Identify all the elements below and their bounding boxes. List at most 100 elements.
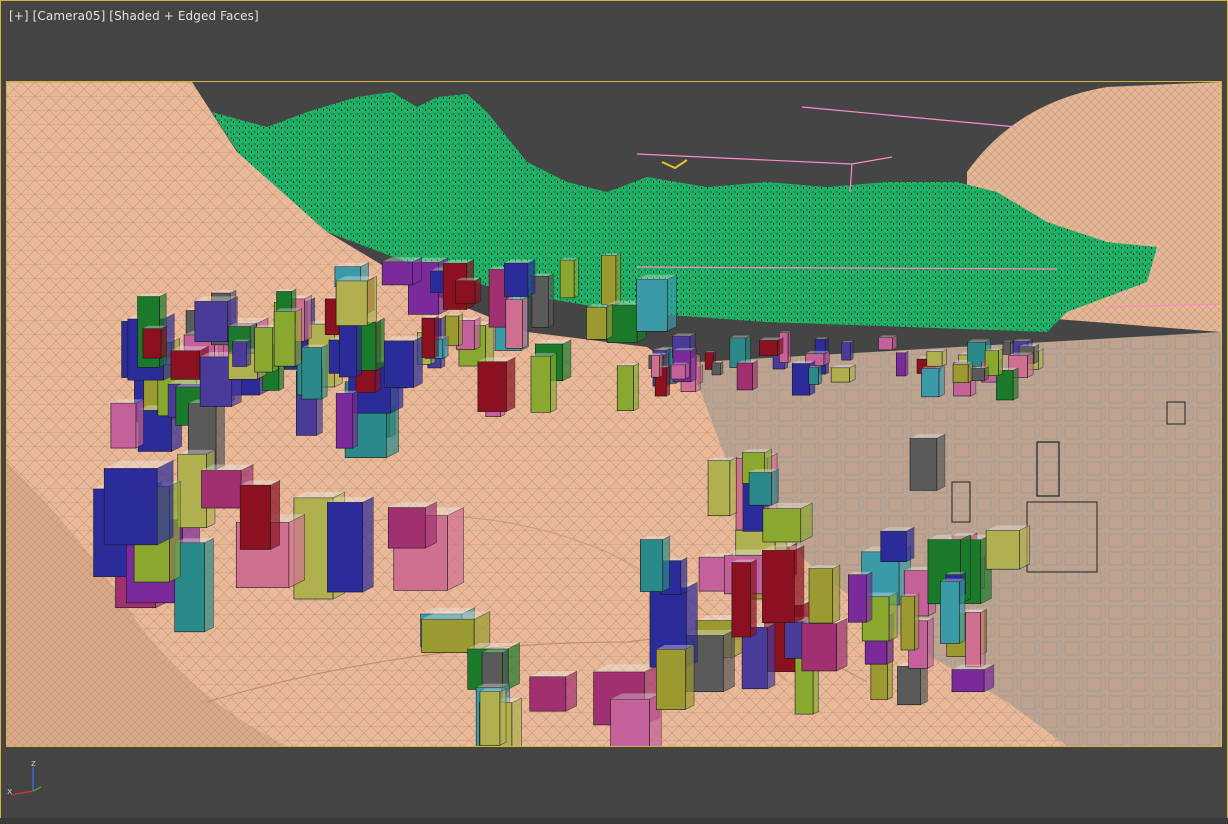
building-block-side [412,256,422,286]
building-block-side [294,307,302,367]
building-block-side [832,564,841,624]
building-block-side [352,390,359,449]
viewport-menu-button[interactable]: [+] [9,9,29,23]
building-block-side [204,537,214,633]
building-block-side [522,296,528,349]
building-block-side [938,365,945,398]
building-block-side [425,501,437,549]
building-block-side [413,335,423,388]
building-block [335,392,354,449]
building-block [759,339,778,356]
building-block-side [850,340,854,361]
building-block-side [750,559,757,638]
building-block-side [474,317,481,351]
building-block [232,341,247,367]
building-block [530,355,551,413]
viewport-shading-button[interactable]: [Shaded + Edged Faces] [109,9,258,23]
building-block [762,508,802,543]
building-block-side [135,398,144,449]
building-block-side [680,557,688,596]
building-block [529,676,567,712]
building-block-side [936,433,946,491]
building-block [762,549,795,623]
building-block-side [685,644,695,711]
building-block [239,484,271,550]
building-block-side [659,353,663,378]
building-block [791,363,810,396]
building-block-side [927,617,934,669]
building-block [335,280,368,326]
building-block [830,367,850,383]
building-block-side [818,365,822,385]
building-block-side [573,257,579,299]
building-block-side [1019,524,1030,570]
building-block [900,595,916,651]
camera-render-area[interactable] [6,81,1222,747]
building-block-side [794,544,805,624]
building-block-side [511,697,523,746]
building-block-side [1038,348,1044,370]
building-block [921,368,940,398]
building-block [926,351,943,367]
status-strip [0,818,1228,824]
building-block [985,530,1020,570]
building-block-side [506,356,516,413]
building-block [142,328,162,359]
building-block [601,255,617,305]
x-axis-label: x [7,787,13,797]
building-block [748,472,772,506]
building-block [698,556,726,592]
building-block [586,306,607,340]
building-block [455,280,476,305]
building-block-side [958,578,966,644]
building-block-side [941,348,947,367]
building-block-side [548,273,554,328]
building-block-side [665,365,670,397]
building-block-side [849,364,856,383]
building-block-side [1010,340,1014,355]
building-block-side [366,275,377,327]
building-block [801,623,837,672]
building-block [707,460,731,516]
building-block-side [527,258,536,297]
building-block-side [615,252,621,305]
building-block-side [156,459,174,546]
building-block-side [362,496,374,593]
building-block [909,437,938,491]
z-axis-label: z [31,759,36,769]
viewport[interactable]: [+] [Camera05] [Shaded + Edged Faces] z … [0,0,1228,824]
building-block [971,368,985,381]
building-block [421,618,475,653]
building-block [421,317,435,358]
building-block [505,299,523,349]
building-block-side [998,348,1003,377]
building-block [273,311,296,367]
building-block-side [722,629,735,693]
building-block-side [920,662,928,706]
building-block [639,539,664,592]
axis-gizmo: z x [7,757,47,801]
building-block-side [866,571,873,623]
building-block-side [787,330,792,364]
building-block [736,362,753,391]
building-block [808,568,834,624]
building-block-side [720,361,724,376]
building-block-side [550,352,557,413]
building-block [387,507,426,549]
building-block [965,612,981,668]
building-block-side [320,344,328,400]
building-block-side [434,315,439,359]
building-block [254,327,274,373]
building-block [670,364,686,380]
viewport-camera-button[interactable]: [Camera05] [33,9,106,23]
building-block-side [562,339,572,382]
building-block [940,581,960,644]
building-block [655,649,686,710]
building-block [636,279,668,332]
building-block-side [729,456,737,517]
building-block-side [904,350,909,377]
building-block [504,262,529,297]
building-block-side [633,362,639,412]
building-block-side [1012,367,1019,401]
building-block [878,337,893,351]
